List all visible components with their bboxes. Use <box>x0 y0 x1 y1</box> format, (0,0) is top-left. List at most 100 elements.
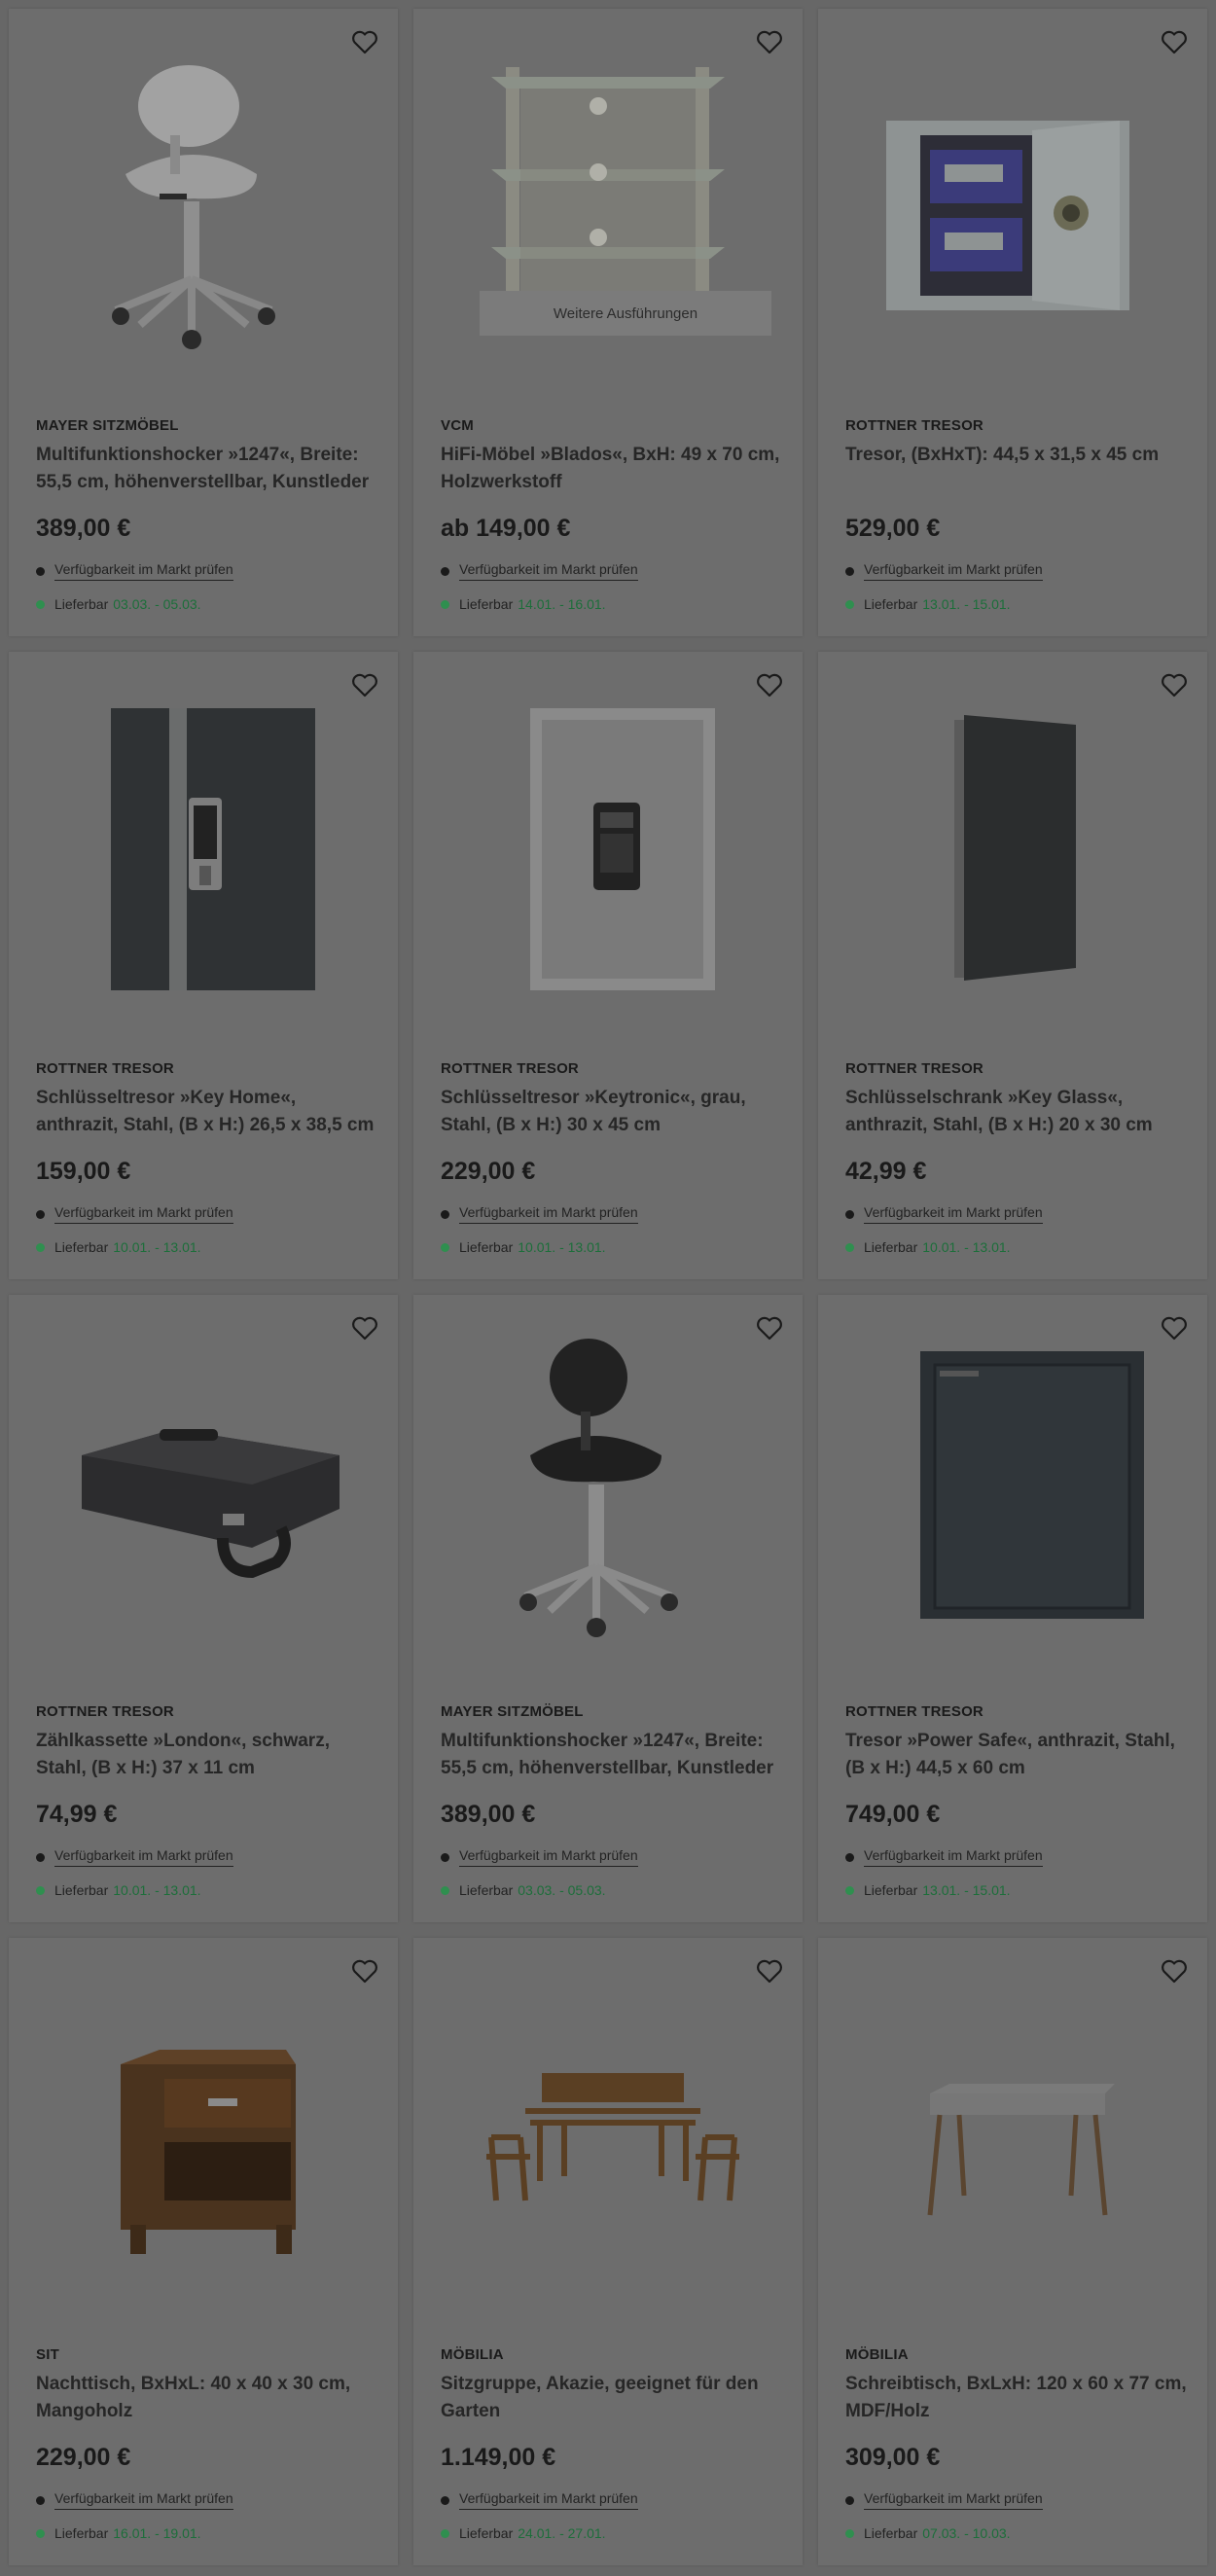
product-card[interactable]: ROTTNER TRESOR Tresor »Power Safe«, anth… <box>818 1295 1207 1922</box>
product-brand: MÖBILIA <box>845 2346 909 2363</box>
product-price: 529,00 € <box>845 515 941 542</box>
product-image-key-cabinet-glass[interactable] <box>838 671 1188 1021</box>
availability-link[interactable]: Verfügbarkeit im Markt prüfen <box>845 2490 1043 2510</box>
product-brand: ROTTNER TRESOR <box>36 1060 174 1077</box>
delivery-label: Lieferbar <box>459 596 514 612</box>
delivery-label: Lieferbar <box>864 1239 918 1255</box>
product-title[interactable]: Multifunktionshocker »1247«, Breite: 55,… <box>441 1728 786 1782</box>
product-image-safe-open-light[interactable] <box>838 28 1188 378</box>
product-card[interactable]: MÖBILIA Sitzgruppe, Akazie, geeignet für… <box>413 1938 803 2565</box>
availability-link[interactable]: Verfügbarkeit im Markt prüfen <box>36 2490 233 2510</box>
product-title[interactable]: HiFi-Möbel »Blados«, BxH: 49 x 70 cm, Ho… <box>441 442 786 496</box>
product-image-power-safe[interactable] <box>838 1314 1188 1664</box>
product-title[interactable]: Nachttisch, BxHxL: 40 x 40 x 30 cm, Mang… <box>36 2371 381 2425</box>
delivery-range: 24.01. - 27.01. <box>518 2525 606 2541</box>
product-card[interactable]: MÖBILIA Schreibtisch, BxLxH: 120 x 60 x … <box>818 1938 1207 2565</box>
delivery-info: Lieferbar 07.03. - 10.03. <box>845 2525 1011 2541</box>
product-image-saddle-stool-white[interactable] <box>28 28 378 378</box>
product-title[interactable]: Tresor, (BxHxT): 44,5 x 31,5 x 45 cm <box>845 442 1191 469</box>
product-price: 389,00 € <box>36 515 131 542</box>
bullet-icon <box>36 1852 45 1862</box>
availability-link[interactable]: Verfügbarkeit im Markt prüfen <box>441 2490 638 2510</box>
delivery-info: Lieferbar 10.01. - 13.01. <box>845 1239 1011 1255</box>
product-image-desk-white-wood[interactable] <box>838 1957 1188 2308</box>
availability-link[interactable]: Verfügbarkeit im Markt prüfen <box>845 1847 1043 1867</box>
delivery-range: 03.03. - 05.03. <box>113 596 201 612</box>
availability-link[interactable]: Verfügbarkeit im Markt prüfen <box>36 1847 233 1867</box>
product-card[interactable]: ROTTNER TRESOR Schlüsselschrank »Key Gla… <box>818 652 1207 1279</box>
delivery-label: Lieferbar <box>459 1239 514 1255</box>
in-stock-dot-icon <box>36 2528 45 2538</box>
delivery-range: 07.03. - 10.03. <box>922 2525 1011 2541</box>
product-grid: MAYER SITZMÖBEL Multifunktionshocker »12… <box>0 0 1216 2576</box>
product-title[interactable]: Sitzgruppe, Akazie, geeignet für den Gar… <box>441 2371 786 2425</box>
product-price: 229,00 € <box>36 2444 131 2471</box>
variants-badge[interactable]: Weitere Ausführungen <box>480 291 771 336</box>
bullet-icon <box>441 1209 449 1219</box>
in-stock-dot-icon <box>845 2528 854 2538</box>
product-image-nightstand-mango[interactable] <box>28 1957 378 2308</box>
product-title[interactable]: Schlüsseltresor »Keytronic«, grau, Stahl… <box>441 1085 786 1139</box>
availability-text: Verfügbarkeit im Markt prüfen <box>54 1847 233 1867</box>
bullet-icon <box>845 566 854 576</box>
bullet-icon <box>441 566 449 576</box>
availability-text: Verfügbarkeit im Markt prüfen <box>54 2490 233 2510</box>
delivery-label: Lieferbar <box>864 2525 918 2541</box>
product-title[interactable]: Zählkassette »London«, schwarz, Stahl, (… <box>36 1728 381 1782</box>
delivery-range: 13.01. - 15.01. <box>922 596 1011 612</box>
product-card[interactable]: ROTTNER TRESOR Schlüsseltresor »Keytroni… <box>413 652 803 1279</box>
in-stock-dot-icon <box>36 1885 45 1895</box>
in-stock-dot-icon <box>845 1242 854 1252</box>
availability-text: Verfügbarkeit im Markt prüfen <box>864 2490 1043 2510</box>
in-stock-dot-icon <box>845 1885 854 1895</box>
availability-link[interactable]: Verfügbarkeit im Markt prüfen <box>441 1204 638 1224</box>
availability-link[interactable]: Verfügbarkeit im Markt prüfen <box>36 561 233 581</box>
product-title[interactable]: Schlüsselschrank »Key Glass«, anthrazit,… <box>845 1085 1191 1139</box>
availability-link[interactable]: Verfügbarkeit im Markt prüfen <box>441 1847 638 1867</box>
product-price: 229,00 € <box>441 1158 536 1185</box>
bullet-icon <box>845 1852 854 1862</box>
product-card[interactable]: SIT Nachttisch, BxHxL: 40 x 40 x 30 cm, … <box>9 1938 398 2565</box>
delivery-range: 16.01. - 19.01. <box>113 2525 201 2541</box>
product-card[interactable]: ROTTNER TRESOR Schlüsseltresor »Key Home… <box>9 652 398 1279</box>
availability-link[interactable]: Verfügbarkeit im Markt prüfen <box>845 561 1043 581</box>
product-image-key-safe-anthracite[interactable] <box>28 671 378 1021</box>
product-card[interactable]: Weitere Ausführungen VCM HiFi-Möbel »Bla… <box>413 9 803 636</box>
availability-link[interactable]: Verfügbarkeit im Markt prüfen <box>845 1204 1043 1224</box>
product-image-cash-box-black[interactable] <box>28 1314 378 1664</box>
product-title[interactable]: Tresor »Power Safe«, anthrazit, Stahl, (… <box>845 1728 1191 1782</box>
delivery-range: 10.01. - 13.01. <box>518 1239 606 1255</box>
in-stock-dot-icon <box>36 1242 45 1252</box>
product-title[interactable]: Schlüsseltresor »Key Home«, anthrazit, S… <box>36 1085 381 1139</box>
product-image-saddle-stool-black[interactable] <box>433 1314 783 1664</box>
product-card[interactable]: MAYER SITZMÖBEL Multifunktionshocker »12… <box>9 9 398 636</box>
product-card[interactable]: MAYER SITZMÖBEL Multifunktionshocker »12… <box>413 1295 803 1922</box>
delivery-label: Lieferbar <box>54 596 109 612</box>
in-stock-dot-icon <box>441 599 449 609</box>
bullet-icon <box>36 1209 45 1219</box>
availability-link[interactable]: Verfügbarkeit im Markt prüfen <box>441 561 638 581</box>
product-brand: MAYER SITZMÖBEL <box>441 1703 584 1720</box>
in-stock-dot-icon <box>36 599 45 609</box>
product-brand: ROTTNER TRESOR <box>845 417 984 434</box>
delivery-info: Lieferbar 14.01. - 16.01. <box>441 596 606 612</box>
product-card[interactable]: ROTTNER TRESOR Zählkassette »London«, sc… <box>9 1295 398 1922</box>
product-card[interactable]: ROTTNER TRESOR Tresor, (BxHxT): 44,5 x 3… <box>818 9 1207 636</box>
product-title[interactable]: Schreibtisch, BxLxH: 120 x 60 x 77 cm, M… <box>845 2371 1191 2425</box>
availability-text: Verfügbarkeit im Markt prüfen <box>459 561 638 581</box>
in-stock-dot-icon <box>845 599 854 609</box>
delivery-info: Lieferbar 10.01. - 13.01. <box>36 1239 201 1255</box>
product-image-key-safe-grey[interactable] <box>433 671 783 1021</box>
delivery-range: 10.01. - 13.01. <box>113 1239 201 1255</box>
delivery-range: 13.01. - 15.01. <box>922 1882 1011 1898</box>
product-brand: MAYER SITZMÖBEL <box>36 417 179 434</box>
bullet-icon <box>845 2495 854 2505</box>
bullet-icon <box>845 1209 854 1219</box>
delivery-label: Lieferbar <box>54 1882 109 1898</box>
availability-link[interactable]: Verfügbarkeit im Markt prüfen <box>36 1204 233 1224</box>
product-image-garden-seating-group[interactable] <box>433 1957 783 2308</box>
delivery-info: Lieferbar 10.01. - 13.01. <box>36 1882 201 1898</box>
product-title[interactable]: Multifunktionshocker »1247«, Breite: 55,… <box>36 442 381 496</box>
availability-text: Verfügbarkeit im Markt prüfen <box>54 561 233 581</box>
delivery-label: Lieferbar <box>864 1882 918 1898</box>
